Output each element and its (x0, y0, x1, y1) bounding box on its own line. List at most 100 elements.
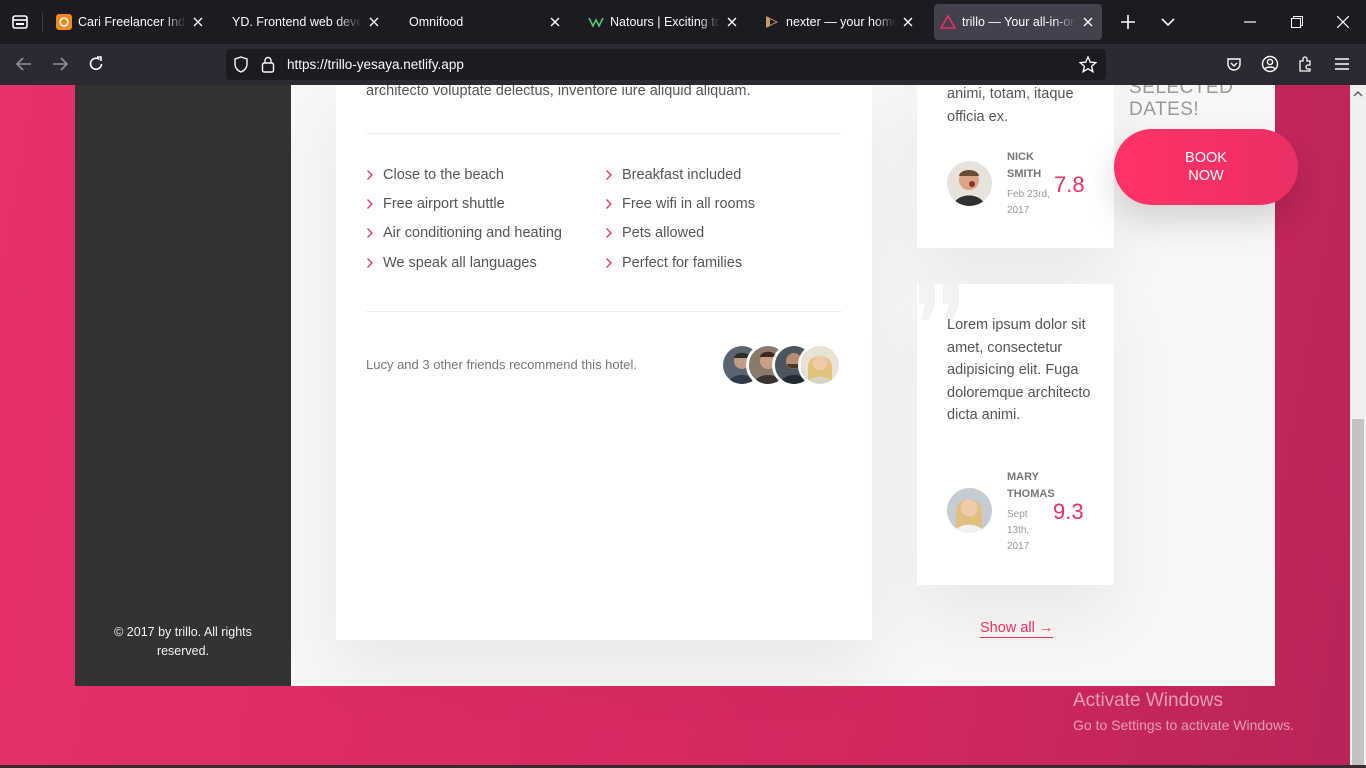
feature-label: Free wifi in all rooms (622, 196, 755, 212)
forward-arrow-icon[interactable] (48, 52, 72, 76)
reviewer-name: Mary Thomas (1007, 471, 1055, 500)
tab-title: Natours | Exciting tours (610, 15, 720, 29)
watermark-subtitle: Go to Settings to activate Windows. (1073, 717, 1294, 733)
tab-freelancer[interactable]: Cari Freelancer Indonesia (50, 4, 212, 40)
divider (366, 133, 842, 134)
list-all-tabs-icon[interactable] (1156, 10, 1180, 34)
chevron-right-icon (366, 227, 376, 239)
tab-title: trillo — Your all-in-one (962, 15, 1076, 29)
tab-title: Omnifood (409, 15, 464, 29)
sidebar: © 2017 by trillo. All rights reserved. (75, 85, 291, 686)
show-all-link[interactable]: Show all → (980, 620, 1054, 638)
back-arrow-icon[interactable] (12, 52, 36, 76)
browser-navbar: https://trillo-yesaya.netlify.app (0, 44, 1366, 85)
feature-item: Breakfast included (605, 167, 741, 183)
close-tab-icon[interactable] (366, 14, 382, 30)
feature-item: Free wifi in all rooms (605, 196, 755, 212)
minimize-window-icon[interactable] (1238, 10, 1262, 34)
tab-title: nexter — your home, your way (786, 15, 896, 29)
page-scrollbar[interactable] (1350, 85, 1366, 768)
book-now-label: now (1188, 168, 1224, 184)
tab-natours[interactable]: Natours | Exciting tours (582, 4, 746, 40)
scroll-up-arrow-icon[interactable] (1350, 87, 1366, 101)
feature-label: Air conditioning and heating (383, 225, 562, 241)
new-tab-icon[interactable] (1116, 10, 1140, 34)
tab-title: YD. Frontend web developer (232, 15, 362, 29)
tracking-protection-shield-icon[interactable] (233, 56, 249, 78)
chevron-right-icon (366, 169, 376, 181)
feature-label: Close to the beach (383, 167, 504, 183)
close-tab-icon[interactable] (724, 14, 740, 30)
feature-item: Air conditioning and heating (366, 225, 562, 241)
review-card: animi, totam, itaque officia ex. Nick Smi… (917, 85, 1114, 248)
book-now-label: Book (1185, 150, 1227, 166)
account-icon[interactable] (1258, 52, 1282, 76)
tab-nexter[interactable]: nexter — your home, your way (758, 4, 922, 40)
close-tab-icon[interactable] (547, 14, 563, 30)
reload-icon[interactable] (84, 52, 108, 76)
friend-avatar (798, 343, 842, 387)
natours-favicon-icon (588, 14, 604, 30)
recommend-text: Lucy and 3 other friends recommend this … (366, 357, 637, 372)
book-now-button[interactable]: Book now (1114, 129, 1298, 205)
close-tab-icon[interactable] (190, 14, 206, 30)
feature-item: Perfect for families (605, 255, 742, 271)
feature-label: Pets allowed (622, 225, 705, 241)
feature-label: Perfect for families (622, 255, 743, 271)
firefox-view-icon[interactable] (8, 10, 32, 34)
trillo-favicon-icon (940, 14, 956, 30)
feature-label: Free airport shuttle (383, 196, 505, 212)
tab-omnifood[interactable]: Omnifood (403, 4, 569, 40)
browser-tabbar: Cari Freelancer Indonesia YD. Frontend w… (0, 0, 1366, 44)
feature-item: Free airport shuttle (366, 196, 505, 212)
reviewer-name: Nick Smith (1007, 151, 1042, 180)
chevron-right-icon (605, 227, 615, 239)
review-text: animi, totam, itaque officia ex. (947, 86, 1074, 125)
freelancer-favicon-icon (56, 14, 72, 30)
hotel-description: architecto voluptate delectus, inventore… (336, 85, 872, 640)
scrollbar-thumb[interactable] (1352, 419, 1364, 768)
selected-dates-heading: Selected dates! (1129, 85, 1234, 120)
review-rating: 7.8 (1054, 172, 1085, 197)
bookmark-star-icon[interactable] (1078, 55, 1098, 78)
restore-window-icon[interactable] (1285, 10, 1309, 34)
app-container: © 2017 by trillo. All rights reserved. a… (75, 85, 1298, 686)
divider (366, 311, 842, 312)
feature-item: Close to the beach (366, 167, 504, 183)
url-text[interactable]: https://trillo-yesaya.netlify.app (287, 57, 464, 72)
close-window-icon[interactable] (1331, 10, 1355, 34)
close-tab-icon[interactable] (1080, 14, 1096, 30)
lock-icon[interactable] (261, 56, 275, 78)
reviewer-avatar (947, 488, 992, 533)
review-card: Lorem ipsum dolor sit amet, consectetur … (917, 282, 1114, 585)
feature-item: Pets allowed (605, 225, 704, 241)
pocket-icon[interactable] (1222, 52, 1246, 76)
chevron-right-icon (366, 198, 376, 210)
tab-title: Cari Freelancer Indonesia (78, 15, 186, 29)
feature-label: Breakfast included (622, 167, 742, 183)
chevron-right-icon (605, 169, 615, 181)
feature-item: We speak all languages (366, 255, 537, 271)
recommend-friends (720, 343, 844, 387)
sidebar-legal-text: © 2017 by trillo. All rights reserved. (114, 625, 252, 658)
address-bar[interactable]: https://trillo-yesaya.netlify.app (226, 49, 1106, 80)
feature-label: We speak all languages (383, 255, 537, 271)
review-text: Lorem ipsum dolor sit amet, consectetur … (947, 317, 1091, 423)
reviewer-avatar (947, 161, 992, 206)
close-tab-icon[interactable] (900, 14, 916, 30)
review-date: Feb 23rd, 2017 (1007, 189, 1050, 216)
hamburger-menu-icon[interactable] (1330, 52, 1354, 76)
page-viewport: © 2017 by trillo. All rights reserved. a… (0, 85, 1350, 768)
review-date: Sept 13th, 2017 (1007, 509, 1030, 552)
chevron-right-icon (605, 257, 615, 269)
nexter-favicon-icon (764, 14, 780, 30)
review-rating: 9.3 (1053, 499, 1084, 524)
chevron-right-icon (605, 198, 615, 210)
description-paragraph: architecto voluptate delectus, inventore… (366, 85, 751, 99)
tab-yd-frontend[interactable]: YD. Frontend web developer (226, 4, 388, 40)
tab-trillo-active[interactable]: trillo — Your all-in-one (934, 4, 1102, 40)
windows-activation-watermark: Activate Windows Go to Settings to activ… (1073, 690, 1294, 735)
extensions-icon[interactable] (1294, 52, 1318, 76)
chevron-right-icon (366, 257, 376, 269)
watermark-title: Activate Windows (1073, 690, 1223, 711)
